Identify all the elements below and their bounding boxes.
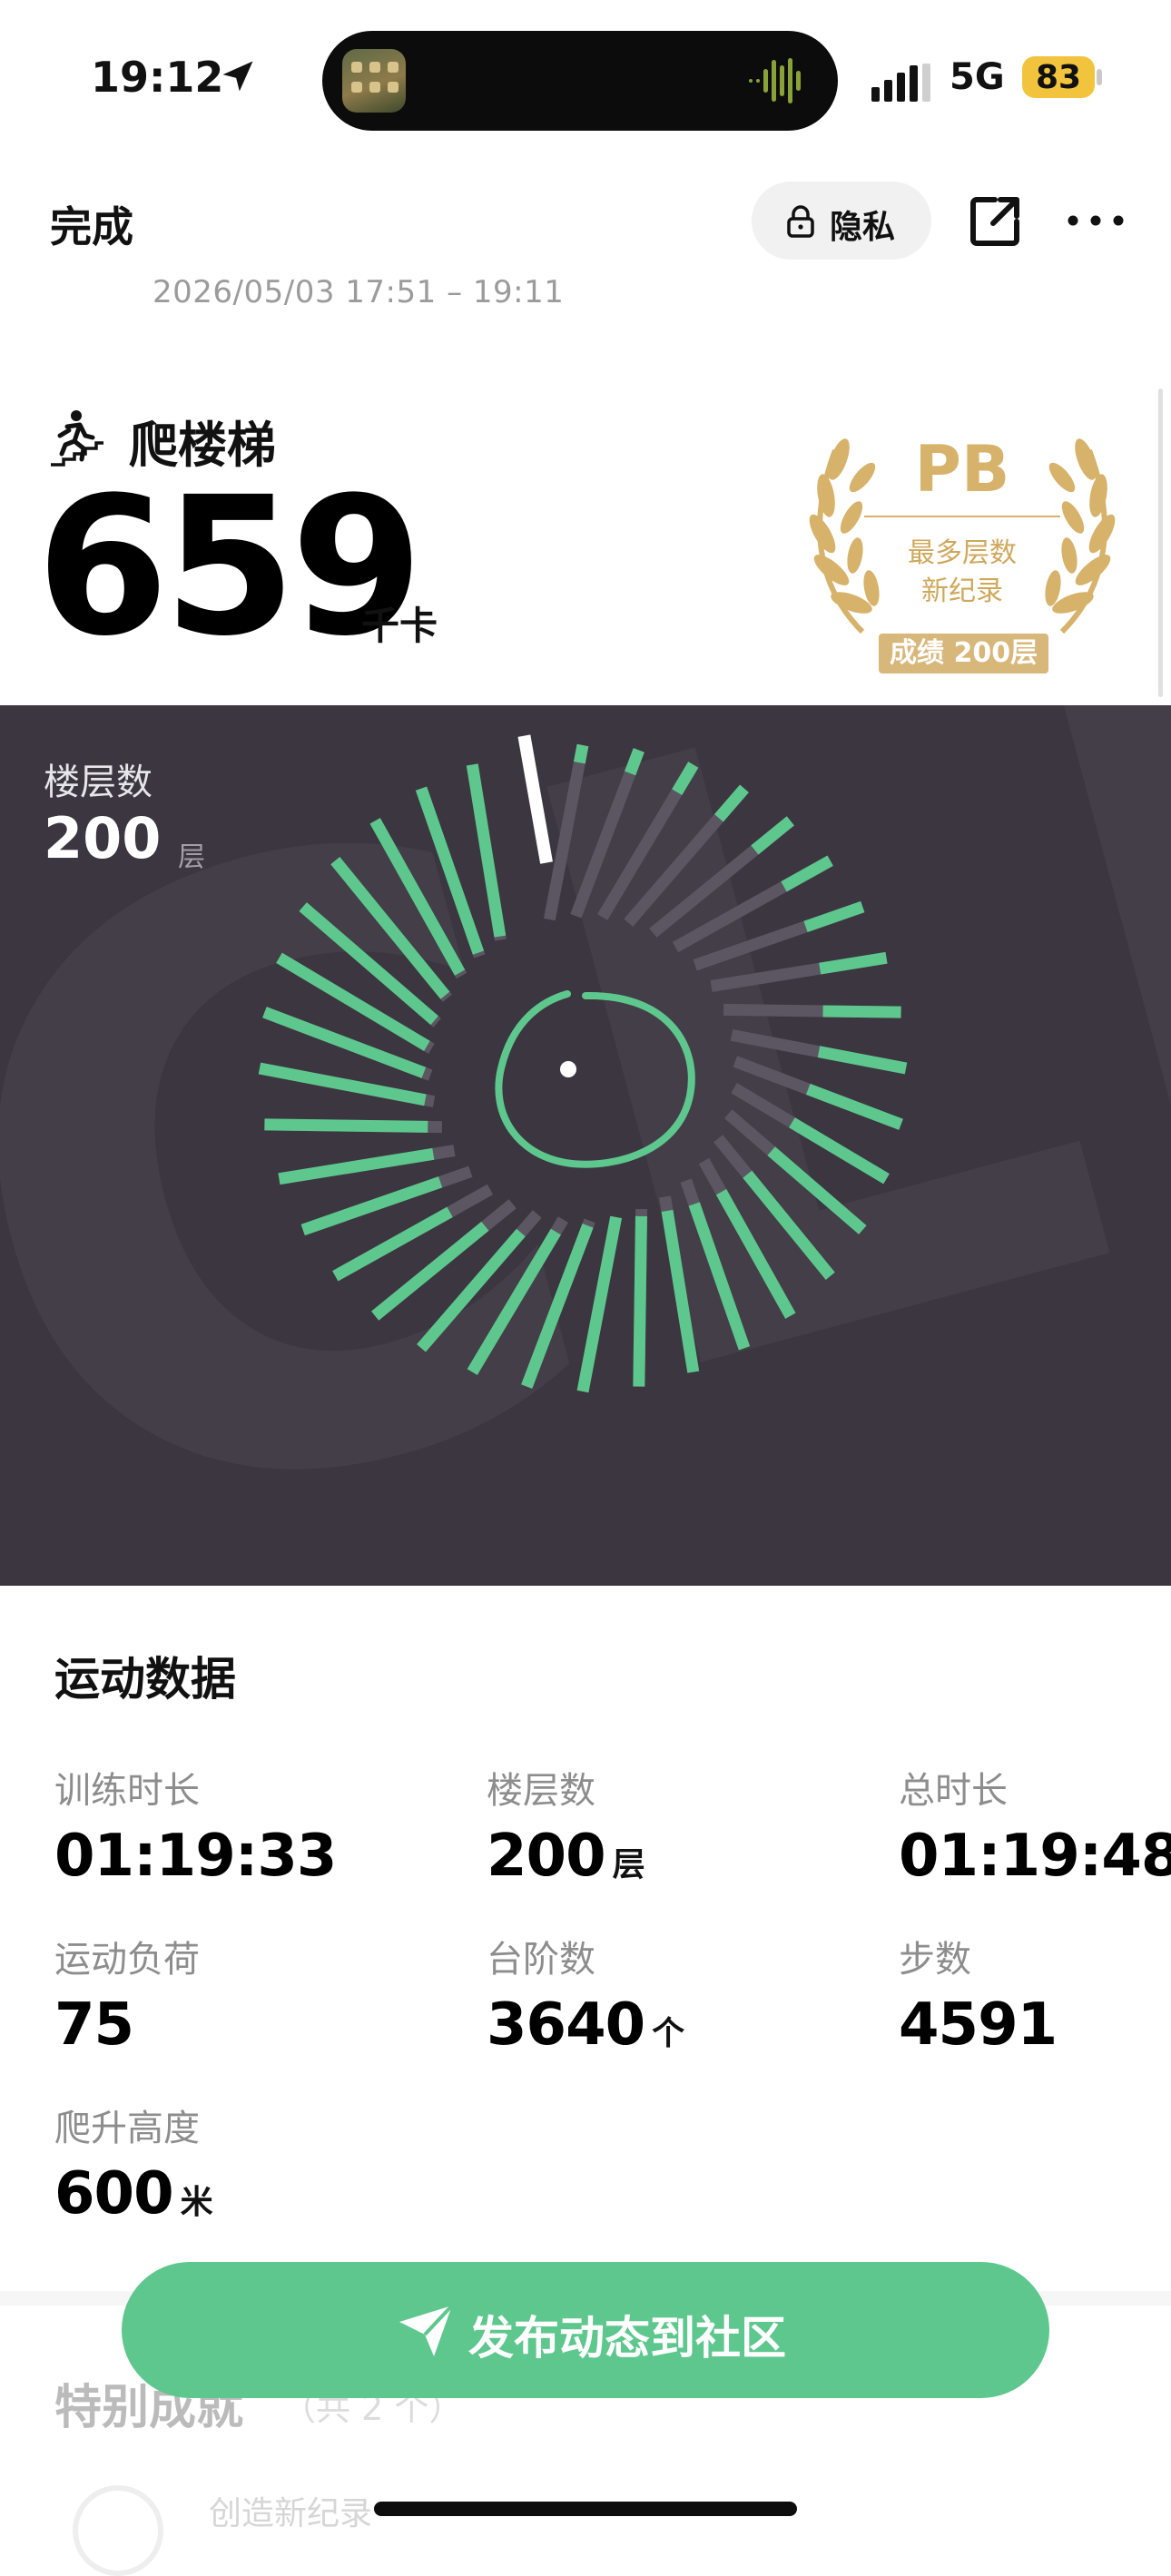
pb-title: PB [914, 432, 1010, 506]
status-time: 19:12 [91, 53, 224, 102]
ring-segment-value [672, 762, 699, 796]
ring-segment-value [819, 951, 888, 975]
battery-cap [1097, 69, 1102, 85]
ring-segment-value [466, 763, 507, 938]
ring-segment-value [633, 1215, 647, 1387]
achievement-item-label[interactable]: 创造新纪录 [209, 2487, 372, 2534]
send-plane-icon [399, 2304, 454, 2356]
ring-segment-value [369, 818, 466, 976]
route-loop [495, 990, 695, 1168]
stat-value: 3640 [487, 1991, 645, 2059]
ring-segment-value [625, 748, 645, 776]
stat-label: 爬升高度 [54, 2108, 200, 2149]
stat-total-duration: 总时长 01:19:48 [899, 1761, 1171, 1890]
stat-training-load: 运动负荷 75 [54, 1930, 200, 2059]
ring-segment-value [573, 743, 589, 764]
stat-label: 楼层数 [487, 1770, 595, 1812]
ring-segment-value [262, 1007, 427, 1078]
pb-badge[interactable]: PB 最多层数 新纪录 成绩 200层 [799, 432, 1126, 677]
now-playing-thumbnail [342, 49, 406, 113]
stat-unit: 层 [612, 1846, 645, 1883]
ring-segment-value [803, 900, 865, 932]
stat-elevation-gain: 爬升高度 600 米 [54, 2099, 213, 2227]
ring-segment-value [822, 1005, 901, 1018]
privacy-label: 隐私 [830, 209, 896, 246]
stat-value: 75 [54, 1991, 134, 2059]
stat-label: 步数 [899, 1939, 971, 1981]
pb-subtitle-1: 最多层数 [908, 537, 1017, 569]
privacy-button[interactable]: 隐私 [752, 182, 931, 260]
floors-radial-chart [258, 734, 908, 1393]
ring-segment-value [278, 1147, 435, 1185]
stat-label: 运动负荷 [54, 1939, 200, 1981]
stat-unit: 米 [180, 2184, 213, 2221]
floors-chart-panel: CLIMB 楼层数 200 层 [0, 705, 1171, 1586]
stat-steps-count: 台阶数 3640 个 [487, 1930, 684, 2059]
route-start-dot [560, 1061, 576, 1077]
stat-label: 台阶数 [487, 1939, 595, 1981]
current-position-marker [517, 734, 553, 864]
audio-waveform-icon [749, 58, 801, 103]
pb-result-tag: 成绩 200层 [879, 634, 1049, 673]
stat-training-duration: 训练时长 01:19:33 [54, 1761, 337, 1890]
pb-subtitle-2: 新纪录 [921, 575, 1003, 607]
pb-divider [864, 516, 1060, 517]
battery-level: 83 [1035, 59, 1082, 96]
post-button-label: 发布动态到社区 [468, 2312, 786, 2365]
stat-step-total: 步数 4591 [899, 1930, 1058, 2059]
stat-value: 600 [54, 2160, 174, 2227]
ring-segment-value [264, 1118, 428, 1133]
lock-icon [787, 205, 814, 238]
stat-value: 4591 [899, 1991, 1058, 2059]
stat-label: 总时长 [899, 1770, 1008, 1812]
ring-segment-value [713, 784, 749, 822]
network-type: 5G [950, 56, 1005, 98]
calories-unit: 千卡 [361, 604, 438, 648]
home-indicator[interactable] [374, 2502, 797, 2516]
ring-segment-track [543, 743, 589, 921]
stat-value: 200 [487, 1823, 606, 1890]
dynamic-island[interactable] [322, 31, 838, 131]
ring-segment-value [576, 1215, 623, 1393]
stats-section-title: 运动数据 [54, 1653, 236, 1706]
scroll-indicator [1158, 388, 1163, 697]
stat-value: 01:19:33 [54, 1823, 337, 1890]
signal-strength-icon [871, 64, 930, 102]
more-icon[interactable] [1064, 200, 1127, 241]
battery-indicator: 83 [1022, 56, 1095, 98]
ring-segment-value [805, 1083, 903, 1130]
achievement-badge-icon [73, 2485, 163, 2576]
share-icon[interactable] [968, 192, 1024, 249]
ring-segment-value [521, 1224, 594, 1389]
ring-segment-value [817, 1046, 908, 1075]
ring-segment-value [661, 1209, 700, 1373]
stat-unit: 个 [652, 2015, 685, 2052]
done-button[interactable]: 完成 [50, 194, 133, 254]
location-arrow-icon [222, 61, 253, 92]
ring-segment-value [258, 1062, 427, 1106]
stat-floors: 楼层数 200 层 [487, 1761, 645, 1890]
ring-segment-value [751, 816, 794, 855]
post-to-community-button[interactable]: 发布动态到社区 [122, 2262, 1049, 2398]
ring-segment-value [789, 1117, 890, 1185]
ring-segment-value [417, 1228, 526, 1352]
workout-time-range: 2026/05/03 17:51 – 19:11 [153, 274, 565, 310]
stat-value: 01:19:48 [899, 1823, 1171, 1890]
ring-segment-value [781, 855, 833, 892]
stat-label: 训练时长 [54, 1770, 200, 1812]
ring-segment-track [570, 748, 645, 919]
